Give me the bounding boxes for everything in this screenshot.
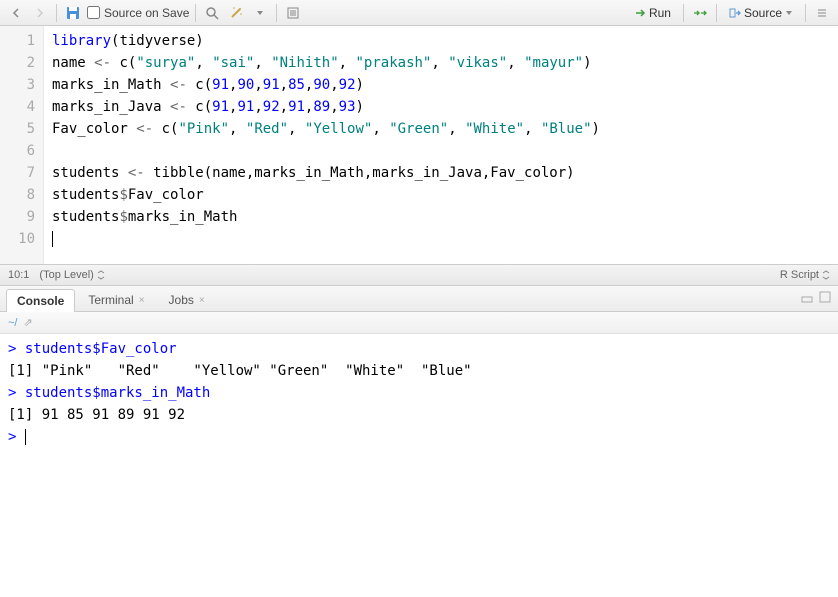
tab-console-label: Console bbox=[17, 294, 64, 308]
separator bbox=[716, 4, 717, 22]
separator bbox=[683, 4, 684, 22]
source-button[interactable]: Source bbox=[723, 4, 799, 22]
back-button[interactable] bbox=[6, 3, 26, 23]
tab-jobs-label: Jobs bbox=[169, 293, 194, 307]
tab-terminal-label: Terminal bbox=[88, 293, 133, 307]
wand-button[interactable] bbox=[226, 3, 246, 23]
file-type-selector[interactable]: R Script bbox=[780, 269, 830, 281]
line-gutter: 12345678910 bbox=[0, 26, 44, 264]
source-on-save-label: Source on Save bbox=[104, 6, 189, 20]
editor-toolbar: Source on Save Run Source bbox=[0, 0, 838, 26]
console-tabbar: Console Terminal × Jobs × bbox=[0, 286, 838, 312]
console-output[interactable]: > students$Fav_color[1] "Pink" "Red" "Ye… bbox=[0, 334, 838, 597]
separator bbox=[276, 4, 277, 22]
close-icon[interactable]: × bbox=[199, 295, 205, 306]
editor-statusbar: 10:1 (Top Level) R Script bbox=[0, 264, 838, 286]
run-button[interactable]: Run bbox=[628, 4, 677, 22]
code-area[interactable]: library(tidyverse)name <- c("surya", "sa… bbox=[44, 26, 608, 264]
editor-pane[interactable]: 12345678910 library(tidyverse)name <- c(… bbox=[0, 26, 838, 264]
working-dir: ~/ bbox=[8, 317, 17, 329]
notebook-button[interactable] bbox=[283, 3, 303, 23]
tab-terminal[interactable]: Terminal × bbox=[77, 288, 155, 311]
tab-console[interactable]: Console bbox=[6, 289, 75, 312]
maximize-icon[interactable] bbox=[818, 290, 832, 304]
separator bbox=[195, 4, 196, 22]
save-button[interactable] bbox=[63, 3, 83, 23]
separator bbox=[805, 4, 806, 22]
chevron-down-icon bbox=[785, 9, 793, 17]
separator bbox=[56, 4, 57, 22]
run-arrow-icon bbox=[634, 7, 646, 19]
scope-selector[interactable]: (Top Level) bbox=[39, 269, 104, 281]
close-icon[interactable]: × bbox=[139, 295, 145, 306]
tab-jobs[interactable]: Jobs × bbox=[158, 288, 216, 311]
forward-button[interactable] bbox=[30, 3, 50, 23]
find-button[interactable] bbox=[202, 3, 222, 23]
rerun-button[interactable] bbox=[690, 3, 710, 23]
minimize-icon[interactable] bbox=[800, 290, 814, 304]
wd-arrow-icon[interactable]: ⇗ bbox=[23, 316, 32, 329]
source-arrow-icon bbox=[729, 7, 741, 19]
source-label: Source bbox=[744, 6, 782, 20]
console-toolbar: ~/ ⇗ bbox=[0, 312, 838, 334]
dropdown-arrow[interactable] bbox=[250, 3, 270, 23]
run-label: Run bbox=[649, 6, 671, 20]
source-on-save-checkbox[interactable]: Source on Save bbox=[87, 6, 189, 20]
outline-button[interactable] bbox=[812, 3, 832, 23]
cursor-position: 10:1 bbox=[8, 269, 29, 281]
